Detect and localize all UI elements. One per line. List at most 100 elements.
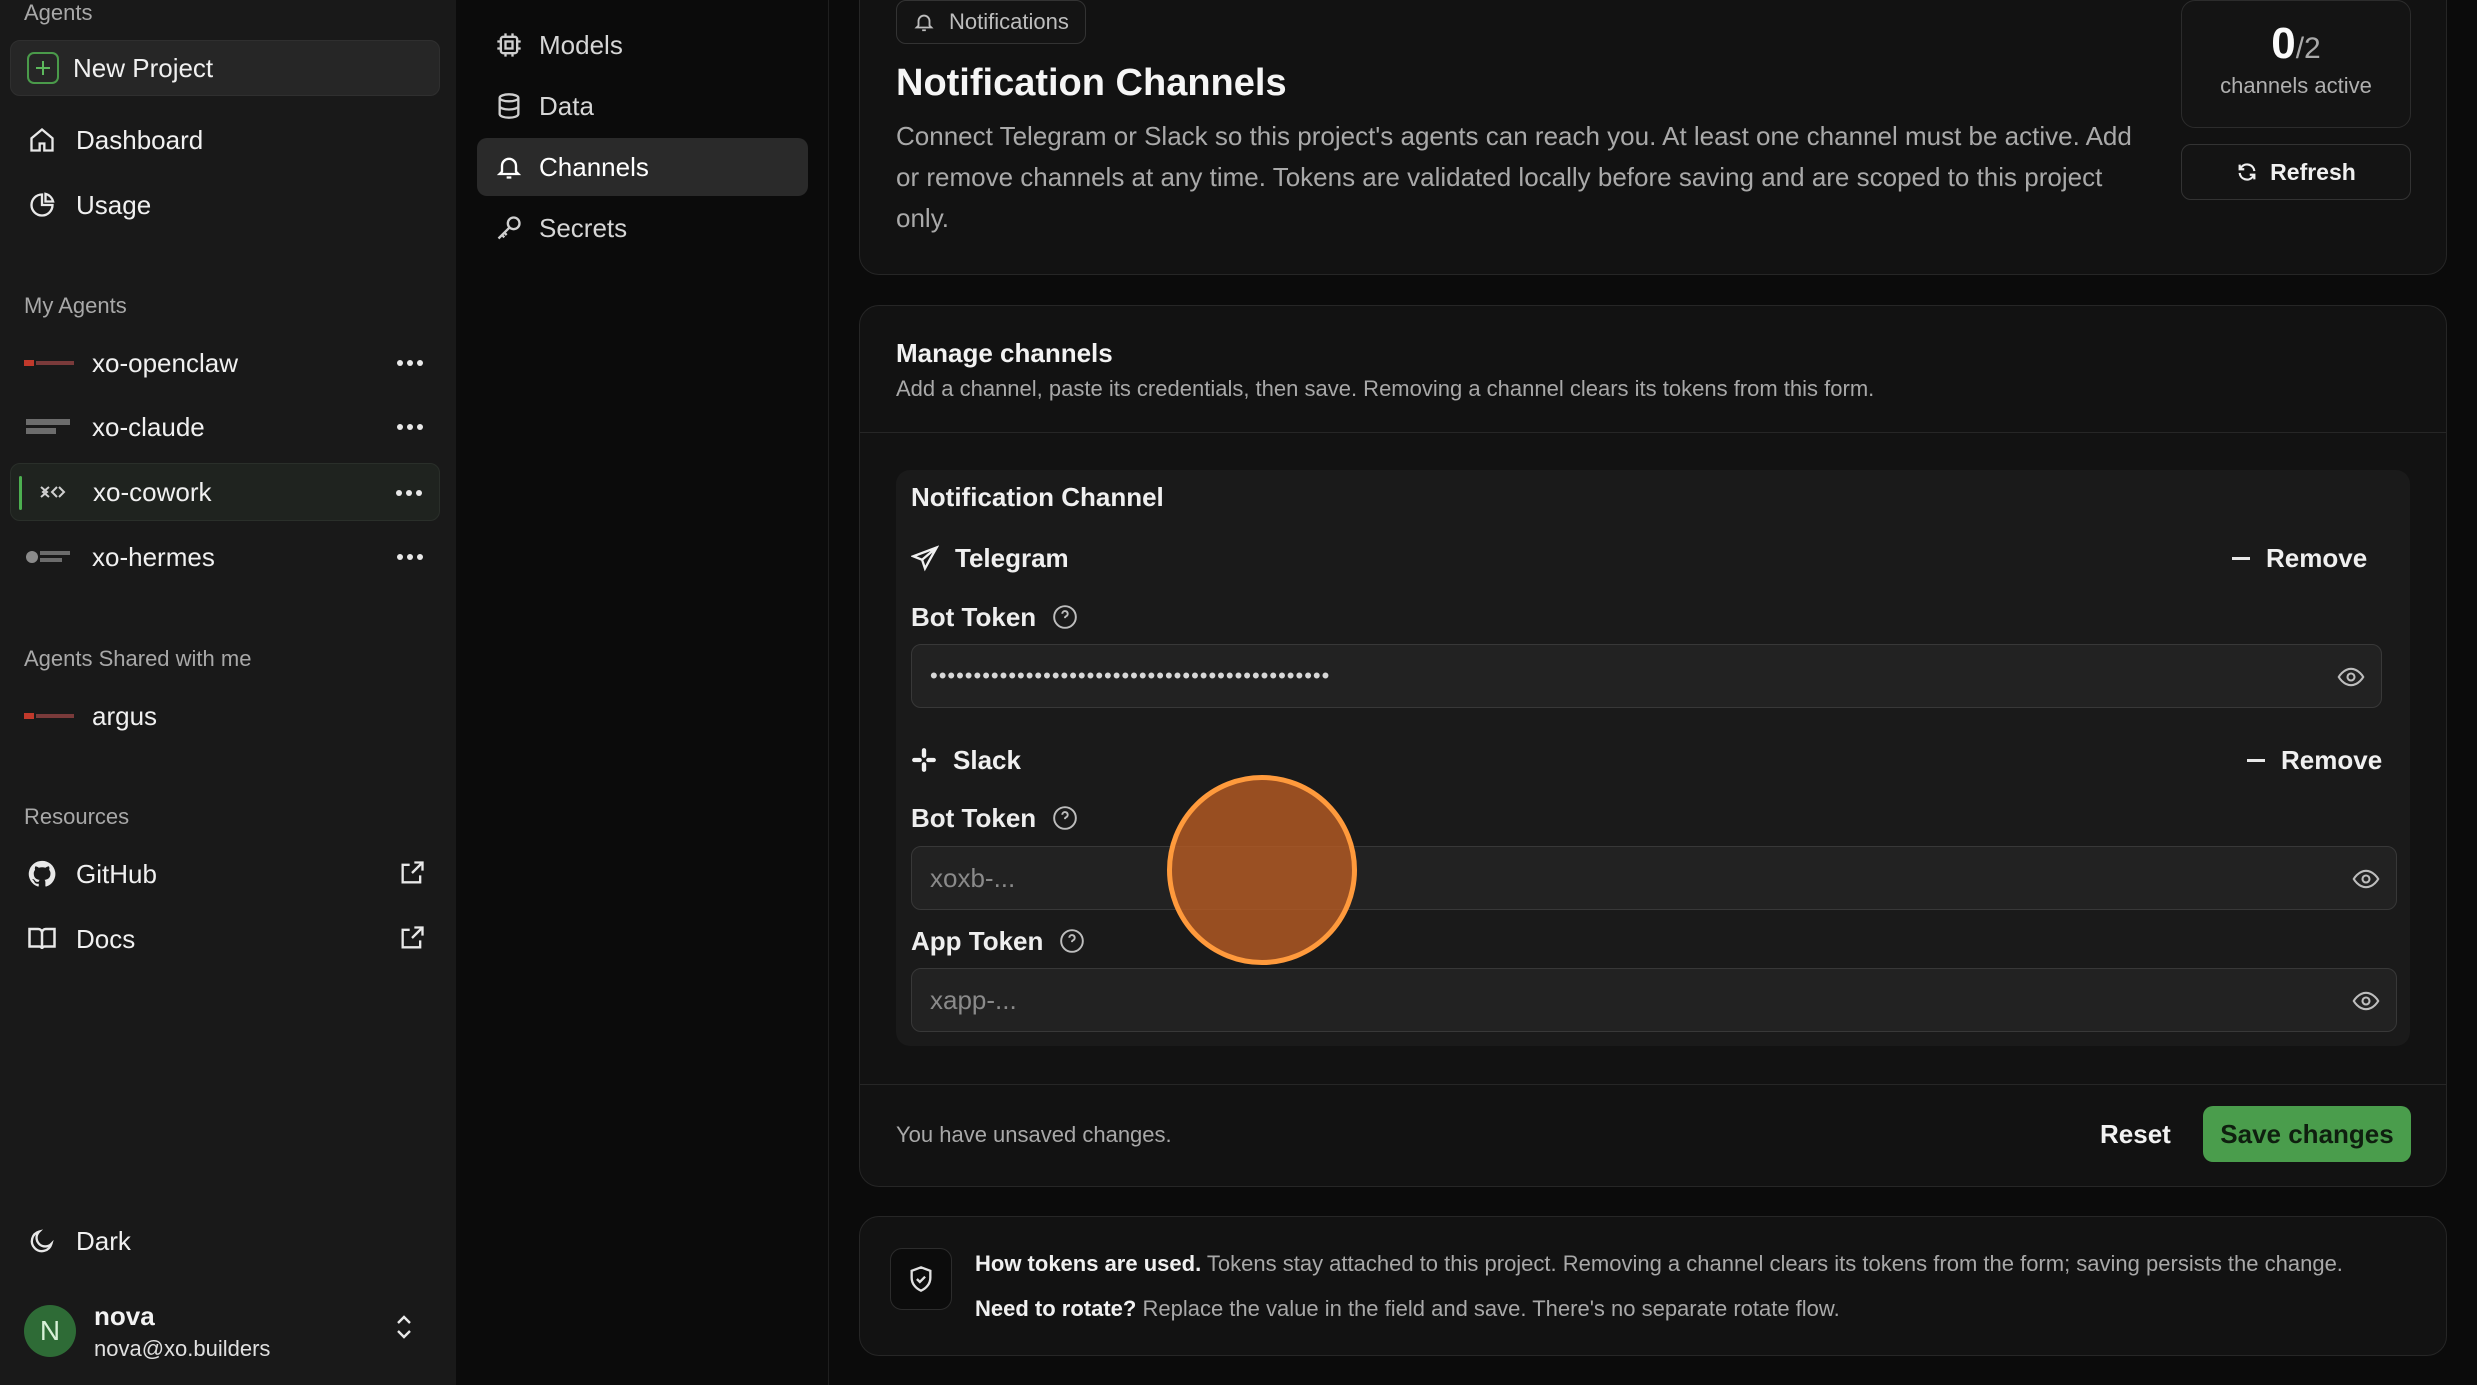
openclaw-logo: [24, 706, 76, 726]
nav-item-label: Usage: [76, 189, 152, 220]
info-text: Replace the value in the field and save.…: [1136, 1296, 1840, 1321]
more-options-icon[interactable]: [392, 542, 428, 572]
new-project-label: New Project: [73, 52, 214, 83]
pie-chart-icon: [24, 187, 60, 223]
slack-icon: [911, 747, 937, 773]
nav-item-usage[interactable]: Usage: [10, 176, 440, 234]
bell-icon: [913, 11, 935, 33]
slack-app-token-label: App Token: [911, 921, 1085, 961]
telegram-bot-token-label: Bot Token: [911, 597, 1078, 637]
telegram-channel-header: Telegram: [911, 538, 1069, 578]
help-icon[interactable]: [1052, 604, 1078, 630]
resource-github[interactable]: GitHub: [10, 845, 440, 903]
chip-icon: [495, 31, 523, 59]
more-options-icon[interactable]: [392, 348, 428, 378]
help-icon[interactable]: [1052, 805, 1078, 831]
info-line-usage: How tokens are used. Tokens stay attache…: [975, 1251, 2343, 1277]
resource-label: GitHub: [76, 858, 157, 889]
github-icon: [24, 856, 60, 892]
slack-app-token-input[interactable]: xapp-...: [911, 968, 2397, 1032]
divider: [860, 432, 2446, 433]
agent-item-xo-claude[interactable]: xo-claude: [10, 398, 440, 456]
page-description: Connect Telegram or Slack so this projec…: [896, 121, 2132, 233]
save-changes-button[interactable]: Save changes: [2203, 1106, 2411, 1162]
subnav-label: Data: [539, 90, 594, 121]
eye-icon[interactable]: [2337, 663, 2365, 691]
divider: [860, 1084, 2446, 1085]
telegram-bot-token-input[interactable]: ••••••••••••••••••••••••••••••••••••••••…: [911, 644, 2382, 708]
agent-name: argus: [92, 700, 158, 731]
resource-label: Docs: [76, 923, 136, 954]
slack-bot-token-input[interactable]: xoxb-...: [911, 846, 2397, 910]
manage-channels-title: Manage channels: [896, 338, 1113, 368]
reset-button[interactable]: Reset: [2082, 1106, 2189, 1162]
refresh-icon: [2236, 161, 2258, 183]
telegram-label: Telegram: [955, 542, 1069, 573]
eye-icon[interactable]: [2352, 987, 2380, 1015]
subnav-item-data[interactable]: Data: [477, 77, 808, 135]
more-options-icon[interactable]: [391, 478, 427, 508]
token-info-card: [859, 1216, 2447, 1356]
unsaved-changes-text: You have unsaved changes.: [896, 1122, 1172, 1147]
slack-bot-token-label: Bot Token: [911, 798, 1078, 838]
bell-icon: [495, 153, 523, 181]
subnav-item-secrets[interactable]: Secrets: [477, 199, 808, 257]
user-name: nova: [94, 1300, 155, 1331]
key-icon: [495, 214, 523, 242]
sidebar: Agents New Project Dashboard Usage My Ag…: [0, 0, 456, 1385]
subnav-item-channels[interactable]: Channels: [477, 138, 808, 196]
nav-item-dashboard[interactable]: Dashboard: [10, 111, 440, 169]
help-icon[interactable]: [1059, 928, 1085, 954]
input-placeholder: xoxb-...: [930, 862, 1016, 893]
agent-name: xo-cowork: [93, 476, 212, 507]
input-placeholder: xapp-...: [930, 984, 1017, 1015]
field-label: Bot Token: [911, 802, 1037, 833]
shared-agents-label: Agents Shared with me: [24, 646, 252, 671]
notification-channel-title: Notification Channel: [911, 482, 1164, 512]
agent-name: xo-openclaw: [92, 347, 238, 378]
agent-item-xo-openclaw[interactable]: xo-openclaw: [10, 334, 440, 392]
agent-item-xo-hermes[interactable]: xo-hermes: [10, 528, 440, 586]
refresh-button[interactable]: Refresh: [2181, 144, 2411, 200]
new-project-button[interactable]: New Project: [10, 40, 440, 96]
chevron-up-down-icon: [392, 1312, 416, 1342]
more-options-icon[interactable]: [392, 412, 428, 442]
info-bold: Need to rotate?: [975, 1296, 1137, 1321]
field-label: App Token: [911, 925, 1044, 956]
channels-active-counter: 0/2 channels active: [2181, 0, 2411, 128]
password-value: ••••••••••••••••••••••••••••••••••••••••…: [930, 663, 1331, 688]
resource-docs[interactable]: Docs: [10, 910, 440, 968]
remove-slack-button[interactable]: Remove: [2247, 740, 2382, 780]
home-icon: [24, 122, 60, 158]
info-text: Tokens stay attached to this project. Re…: [1201, 1251, 2343, 1276]
agent-item-argus[interactable]: argus: [10, 687, 440, 745]
external-link-icon: [398, 924, 426, 952]
subnav-item-models[interactable]: Models: [477, 16, 808, 74]
user-menu[interactable]: N nova nova@xo.builders: [24, 1300, 440, 1362]
moon-icon: [24, 1223, 60, 1259]
slack-label: Slack: [953, 744, 1021, 775]
shield-icon: [890, 1248, 952, 1310]
minus-icon: [2247, 758, 2265, 762]
minus-icon: [2232, 556, 2250, 560]
subnav-label: Channels: [539, 151, 649, 182]
send-icon: [911, 544, 939, 572]
page-title: Notification Channels: [896, 62, 1287, 104]
slack-channel-header: Slack: [911, 740, 1021, 780]
pill-label: Notifications: [949, 9, 1069, 34]
user-email: nova@xo.builders: [94, 1335, 271, 1361]
manage-channels-subtitle: Add a channel, paste its credentials, th…: [896, 376, 1875, 401]
my-agents-label: My Agents: [24, 293, 127, 318]
agent-item-xo-cowork[interactable]: xo-cowork: [10, 463, 440, 521]
subnav-label: Secrets: [539, 212, 628, 243]
remove-label: Remove: [2266, 542, 2368, 573]
hermes-agent-logo: [24, 547, 76, 567]
notifications-pill: Notifications: [896, 0, 1086, 44]
nav-item-label: Dashboard: [76, 124, 204, 155]
theme-label: Dark: [76, 1225, 131, 1256]
agent-name: xo-hermes: [92, 541, 215, 572]
theme-toggle[interactable]: Dark: [10, 1212, 440, 1270]
eye-icon[interactable]: [2352, 865, 2380, 893]
counter-total: /2: [2295, 32, 2321, 65]
remove-telegram-button[interactable]: Remove: [2232, 538, 2367, 578]
